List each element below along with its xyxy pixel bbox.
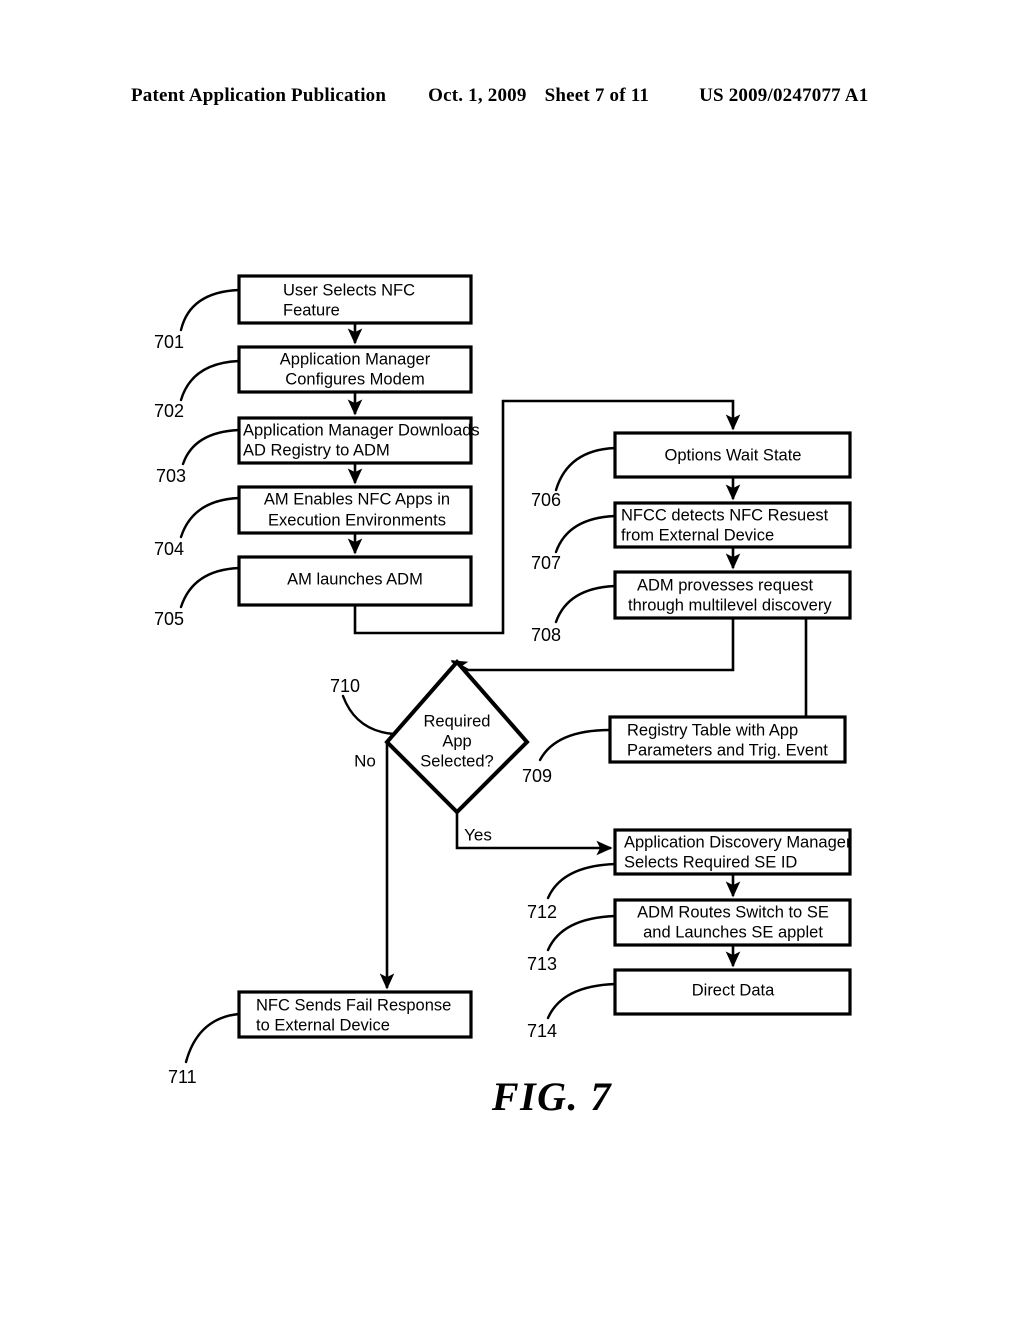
process-box-701-line1: User Selects NFC [283, 281, 415, 299]
ref-number-703: 703 [156, 466, 186, 486]
leader-line-704 [179, 496, 241, 539]
process-box-702-line1: Application Manager [280, 350, 431, 368]
process-box-703-line2: AD Registry to ADM [243, 441, 390, 459]
process-box-708-line2: through multilevel discovery [628, 596, 832, 614]
process-box-701-line2: Feature [283, 301, 340, 319]
process-box-713-line2: and Launches SE applet [643, 923, 823, 941]
leader-line-709 [538, 728, 612, 762]
flowchart-svg: User Selects NFC Feature Application Man… [154, 274, 852, 1087]
ref-number-704: 704 [154, 539, 184, 559]
ref-number-701: 701 [154, 332, 184, 352]
leader-line-711 [184, 1012, 241, 1064]
leader-line-702 [179, 359, 241, 402]
process-box-708-line1: ADM provesses request [637, 576, 813, 594]
process-box-709-line1: Registry Table with App [627, 721, 798, 739]
process-box-709-line2: Parameters and Trig. Event [627, 741, 828, 759]
process-box-707-line2: from External Device [621, 526, 774, 544]
branch-label-yes: Yes [464, 825, 492, 844]
ref-number-705: 705 [154, 609, 184, 629]
process-box-703-line1: Application Manager Downloads [243, 421, 480, 439]
ref-number-702: 702 [154, 401, 184, 421]
connector-708-to-decision [450, 618, 735, 675]
ref-number-710: 710 [330, 676, 360, 696]
decision-710-line2: App [442, 732, 471, 750]
process-box-704-line2: Execution Environments [268, 511, 446, 529]
process-box-706-line1: Options Wait State [665, 446, 802, 464]
process-box-704-line1: AM Enables NFC Apps in [264, 490, 450, 508]
ref-number-714: 714 [527, 1021, 557, 1041]
ref-number-712: 712 [527, 902, 557, 922]
process-box-711-line2: to External Device [256, 1016, 390, 1034]
figure-flowchart: User Selects NFC Feature Application Man… [0, 0, 1024, 1320]
ref-number-706: 706 [531, 490, 561, 510]
ref-number-707: 707 [531, 553, 561, 573]
process-box-705-line1: AM launches ADM [287, 570, 423, 588]
process-box-707-line1: NFCC detects NFC Resuest [621, 506, 829, 524]
leader-line-713 [546, 914, 617, 952]
leader-line-701 [179, 288, 241, 332]
leader-line-714 [546, 982, 617, 1020]
leader-line-707 [554, 514, 617, 554]
leader-line-710 [341, 694, 396, 736]
process-box-711-line1: NFC Sends Fail Response [256, 996, 451, 1014]
figure-caption: FIG. 7 [491, 1074, 613, 1119]
process-box-714-line1: Direct Data [692, 981, 775, 999]
leader-line-703 [181, 428, 241, 466]
leader-line-712 [546, 862, 617, 900]
process-box-712-line1: Application Discovery Manager [624, 833, 852, 851]
process-box-712-line2: Selects Required SE ID [624, 853, 797, 871]
ref-number-713: 713 [527, 954, 557, 974]
leader-line-708 [554, 584, 617, 624]
process-box-713-line1: ADM Routes Switch to SE [637, 903, 829, 921]
leader-line-706 [554, 446, 617, 492]
decision-710-line3: Selected? [420, 752, 493, 770]
ref-number-709: 709 [522, 766, 552, 786]
ref-number-708: 708 [531, 625, 561, 645]
leader-line-705 [179, 566, 241, 609]
branch-label-no: No [354, 751, 376, 770]
decision-710-line1: Required [424, 712, 491, 730]
process-box-702-line2: Configures Modem [285, 370, 424, 388]
